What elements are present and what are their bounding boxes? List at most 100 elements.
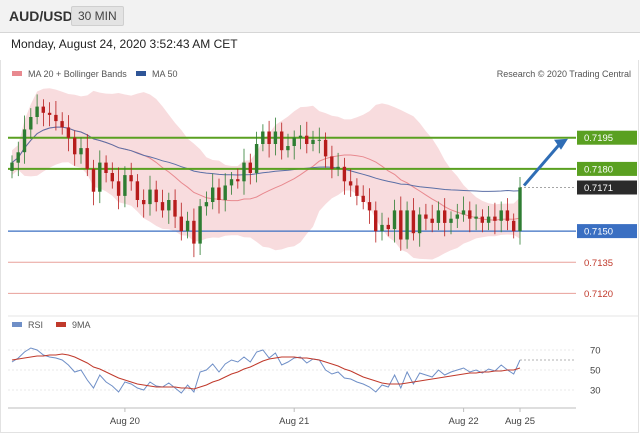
candle-body [361, 195, 365, 202]
candle-body [273, 131, 278, 144]
candle-body [154, 189, 158, 203]
candle-body [286, 146, 290, 151]
forecast-arrow-shaft [522, 142, 562, 187]
rsi-tick-50: 50 [590, 366, 601, 377]
candle-body [298, 135, 303, 138]
price-level-labels: 0.7195 0.7180 0.7171 0.7150 0.7135 0.7120 [577, 130, 637, 300]
candle-body [10, 162, 14, 171]
candle-body [135, 181, 140, 200]
candle-body [493, 216, 497, 221]
candle-body [392, 210, 397, 230]
x-axis-ticks: Aug 20 Aug 21 Aug 22 Aug 25 [110, 408, 535, 427]
x-tick-label: Aug 25 [505, 416, 535, 427]
level-label-0.7135: 0.7135 [584, 258, 613, 269]
candle-body [148, 189, 152, 205]
candle-body [486, 216, 491, 223]
candle-body [16, 152, 20, 163]
candle-body [167, 200, 171, 211]
candle-body [317, 139, 321, 141]
legend-rsi-label: RSI [28, 320, 43, 330]
x-tick-label: Aug 21 [279, 416, 309, 427]
candle-body [54, 114, 58, 122]
candle-body [367, 202, 372, 211]
candle-body [374, 210, 378, 232]
candle-body [192, 220, 196, 244]
legend-swatch-9ma [56, 322, 66, 327]
candle-body [330, 156, 334, 169]
candle-body [292, 137, 296, 146]
candle-body [79, 148, 83, 155]
candle-body [179, 216, 183, 232]
candle-body [173, 200, 177, 217]
candle-body [411, 210, 416, 234]
candle-body [323, 139, 328, 157]
candle-body [443, 210, 447, 223]
candle-body [123, 175, 127, 196]
legend-9ma-label: 9MA [72, 320, 91, 330]
candle-body [73, 137, 77, 155]
bollinger-bands [12, 88, 520, 260]
candle-body [41, 106, 45, 113]
legend-swatch-ma50 [136, 71, 146, 76]
rsi-panel: 70 50 30 [8, 346, 601, 397]
research-credit: Research © 2020 Trading Central [497, 69, 631, 79]
candle-body [480, 216, 484, 223]
level-label-0.7171: 0.7171 [584, 183, 613, 194]
rsi-tick-30: 30 [590, 386, 601, 397]
rsi-9ma-line [11, 353, 521, 390]
candle-body [399, 210, 403, 240]
candle-body [242, 162, 246, 182]
candle-body [386, 224, 390, 230]
candle-body [223, 185, 227, 200]
candle-body [380, 224, 384, 232]
candle-body [311, 139, 315, 144]
candle-body [461, 210, 466, 215]
price-chart: MA 20 + Bollinger Bands MA 50 Research ©… [8, 69, 638, 427]
candle-body [305, 135, 309, 144]
candle-body [512, 220, 516, 232]
candle-body [236, 179, 240, 182]
candle-body [60, 121, 64, 128]
candle-body [66, 127, 71, 138]
level-label-0.7120: 0.7120 [584, 289, 613, 300]
candle-body [280, 131, 284, 151]
candle-body [474, 216, 478, 219]
candle-body [405, 210, 409, 240]
candle-body [449, 218, 453, 223]
legend-ma20-label: MA 20 + Bollinger Bands [28, 69, 127, 79]
candle-body [436, 210, 441, 223]
candle-body [468, 210, 472, 219]
rsi-line [11, 347, 521, 394]
candle-body [198, 206, 202, 244]
candle-body [518, 187, 522, 232]
candle-body [261, 131, 265, 144]
candle-body [505, 210, 510, 221]
candle-body [116, 181, 121, 196]
level-label-0.7195: 0.7195 [584, 133, 613, 144]
legend-swatch-ma20 [12, 71, 22, 76]
candle-body [22, 129, 27, 153]
level-label-0.7180: 0.7180 [584, 164, 613, 175]
candle-body [455, 214, 459, 219]
candle-body [160, 202, 165, 211]
candle-body [217, 187, 221, 200]
legend-swatch-rsi [12, 322, 22, 327]
x-tick-label: Aug 20 [110, 416, 140, 427]
candle-body [110, 173, 114, 182]
candle-body [142, 200, 146, 205]
candle-body [417, 214, 422, 234]
candle-body [91, 168, 96, 192]
candle-body [348, 181, 353, 186]
level-label-0.7150: 0.7150 [584, 227, 613, 238]
candle-body [342, 166, 347, 182]
candle-body [47, 112, 52, 115]
candle-body [35, 106, 39, 117]
candle-body [29, 117, 33, 130]
candle-body [98, 162, 102, 192]
x-tick-label: Aug 22 [449, 416, 479, 427]
candle-body [430, 218, 434, 223]
candle-body [104, 162, 108, 173]
bollinger-band-area [12, 88, 520, 260]
candle-body [204, 202, 209, 207]
candle-body [336, 166, 340, 169]
